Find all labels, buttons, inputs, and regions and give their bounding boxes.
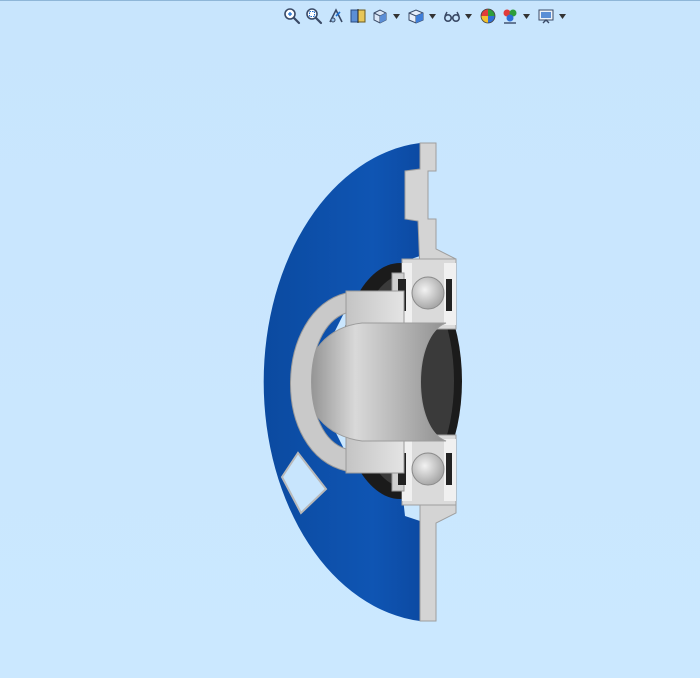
section-view-icon [350,9,366,23]
view-orientation-icon [373,9,387,24]
display-style-button[interactable] [406,6,426,26]
edit-appearance-icon [480,8,496,24]
chevron-down-icon [464,13,472,19]
hide-show-items-dropdown[interactable] [464,6,472,26]
edit-appearance-button[interactable] [478,6,498,26]
apply-scene-button[interactable] [500,6,520,26]
zoom-to-fit-icon [284,8,301,25]
flange-section-bottom [419,500,457,622]
section-view-button[interactable] [348,6,368,26]
view-settings-icon [538,9,554,24]
zoom-to-area-button[interactable] [304,6,324,26]
view-orientation-dropdown[interactable] [392,6,400,26]
hide-show-items-button[interactable] [442,6,462,26]
heads-up-view-toolbar [282,5,570,27]
display-style-icon [408,9,424,24]
chevron-down-icon [392,13,400,19]
chevron-down-icon [522,13,530,19]
model-section-view[interactable] [0,1,700,678]
display-style-dropdown[interactable] [428,6,436,26]
view-settings-dropdown[interactable] [558,6,566,26]
apply-scene-dropdown[interactable] [522,6,530,26]
view-settings-button[interactable] [536,6,556,26]
zoom-to-area-icon [306,8,323,25]
hide-show-items-icon [443,11,461,23]
previous-view-icon [329,8,343,23]
previous-view-button[interactable] [326,6,346,26]
apply-scene-icon [503,9,517,24]
zoom-to-fit-button[interactable] [282,6,302,26]
chevron-down-icon [428,13,436,19]
view-orientation-button[interactable] [370,6,390,26]
chevron-down-icon [558,13,566,19]
graphics-area[interactable] [0,0,700,678]
